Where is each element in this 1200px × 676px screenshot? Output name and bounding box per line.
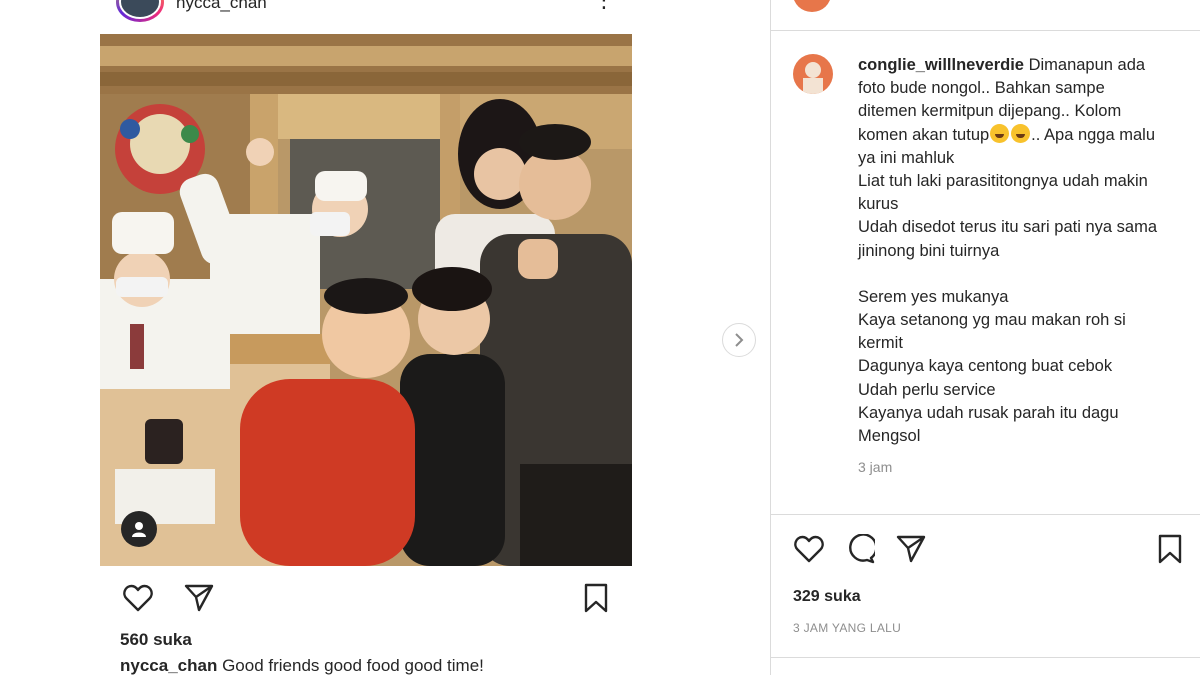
- comment-line: Dagunya kaya centong buat cebok: [858, 357, 1113, 376]
- divider: [771, 30, 1200, 31]
- heart-icon[interactable]: [122, 582, 154, 614]
- post-timestamp[interactable]: 3 JAM YANG LALU: [793, 621, 901, 635]
- comment-line: Liat tuh laki parasititongnya udah makin…: [858, 172, 1148, 214]
- comment-avatar[interactable]: [793, 54, 833, 94]
- top-author-avatar[interactable]: [793, 0, 831, 12]
- caption-username[interactable]: nycca_chan: [120, 656, 217, 675]
- bookmark-icon[interactable]: [1154, 533, 1186, 565]
- post-photo[interactable]: [100, 34, 632, 566]
- post-author-username[interactable]: nycca_chan: [176, 0, 267, 13]
- laughing-emoji-icon: [990, 123, 1010, 143]
- divider: [771, 514, 1200, 515]
- caption-text: Good friends good food good time!: [222, 656, 484, 675]
- post-caption: nycca_chan Good friends good food good t…: [120, 656, 484, 676]
- likes-count[interactable]: 560 suka: [120, 630, 192, 650]
- comment-time[interactable]: 3 jam: [858, 459, 892, 475]
- comment-body: conglie_willlneverdie Dimanapun ada foto…: [858, 54, 1168, 448]
- likes-count[interactable]: 329 suka: [793, 588, 861, 606]
- comment-line: Serem yes mukanya: [858, 287, 1009, 306]
- divider: [771, 657, 1200, 658]
- more-dots-icon[interactable]: ⋮: [593, 0, 615, 12]
- chevron-right-icon[interactable]: [722, 323, 756, 357]
- laughing-emoji-icon: [1011, 123, 1031, 143]
- heart-icon[interactable]: [793, 533, 825, 565]
- comment-line: Udah disedot terus itu sari pati nya sam…: [858, 218, 1157, 260]
- comment-line: Kaya setanong yg mau makan roh si kermit: [858, 311, 1126, 353]
- user-tag-icon[interactable]: [121, 511, 157, 547]
- send-icon[interactable]: [183, 582, 215, 614]
- comment-username[interactable]: conglie_willlneverdie: [858, 56, 1024, 74]
- comment-line: Mengsol: [858, 427, 921, 446]
- bookmark-icon[interactable]: [580, 582, 612, 614]
- post-panel: nycca_chan ⋮: [0, 0, 770, 675]
- comment-line: Kayanya udah rusak parah itu dagu: [858, 403, 1119, 422]
- comment-line: Udah perlu service: [858, 380, 996, 399]
- comment-icon[interactable]: [844, 533, 876, 565]
- comments-panel: conglie_willlneverdie Dimanapun ada foto…: [770, 0, 1200, 675]
- send-icon[interactable]: [895, 533, 927, 565]
- post-author-avatar[interactable]: [116, 0, 164, 22]
